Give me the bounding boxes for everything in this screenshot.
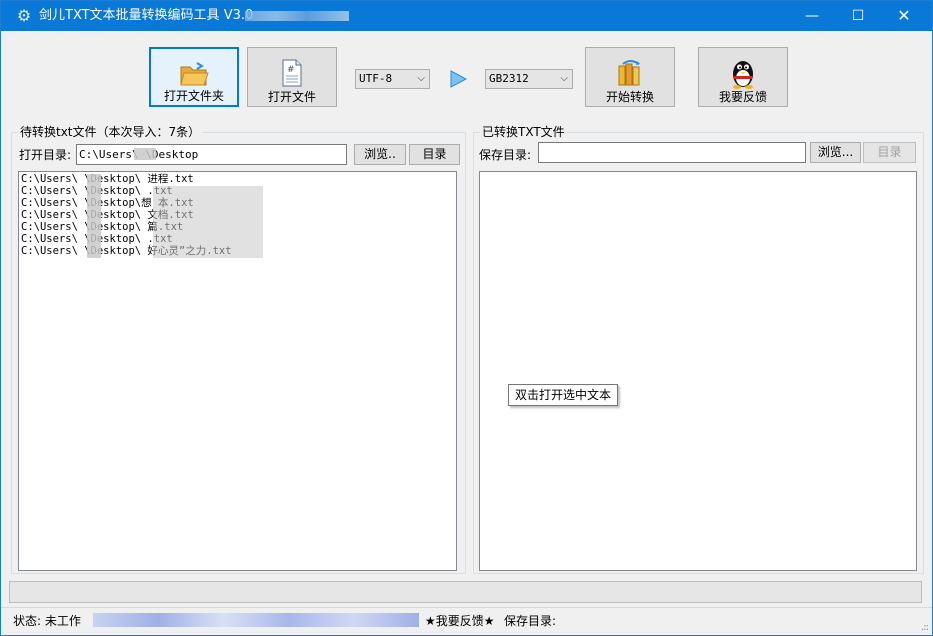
start-convert-button[interactable]: 开始转换 [585,47,675,107]
redacted-username [134,148,156,160]
source-encoding-value: UTF-8 [359,72,393,85]
chevron-down-icon: ⌵ [417,73,425,84]
close-button[interactable]: ✕ [881,1,927,31]
source-encoding-select[interactable]: UTF-8 ⌵ [355,69,430,89]
feedback-button[interactable]: 我要反馈 [698,47,788,107]
play-arrow-icon [450,70,468,88]
qq-penguin-icon [699,58,787,89]
gear-icon: ⚙ [16,6,32,25]
progress-bar [9,581,922,603]
minimize-button[interactable]: — [789,1,835,31]
browse-open-dir-button[interactable]: 浏览.. [354,144,406,165]
open-file-button[interactable]: # 打开文件 [247,47,337,107]
open-file-label: 打开文件 [267,90,316,104]
pending-files-title: 待转换txt文件（本次导入：7条） [18,125,203,139]
pending-files-list[interactable]: C:\Users\ \Desktop\ 进程.txt C:\Users\ \De… [18,171,457,571]
website-link[interactable] [93,613,419,627]
save-dir-input[interactable] [538,142,806,163]
open-dir-label: 打开目录: [19,148,72,162]
target-encoding-select[interactable]: GB2312 ⌵ [485,69,573,89]
redacted-username-column [87,174,101,258]
window-title: 剑儿TXT文本批量转换编码工具 V3.0 [39,8,254,23]
browse-save-dir-button[interactable]: 浏览... [810,142,861,163]
convert-books-icon [586,58,674,88]
title-bar[interactable]: ⚙ 剑儿TXT文本批量转换编码工具 V3.0 — ☐ ✕ [1,1,932,31]
open-folder-button[interactable]: 打开文件夹 [149,47,239,107]
save-dir-label: 保存目录: [479,148,532,162]
converted-files-title: 已转换TXT文件 [480,125,567,139]
target-encoding-value: GB2312 [489,72,529,85]
open-dir-button[interactable]: 目录 [409,144,460,165]
feedback-label: 我要反馈 [718,90,767,104]
document-icon: # [248,58,336,88]
chevron-down-icon: ⌵ [560,73,568,84]
redacted-filenames [153,186,263,258]
resize-grip-icon[interactable]: .:: [921,622,929,633]
start-convert-label: 开始转换 [605,90,654,104]
status-text: 状态: 未工作 [13,614,81,628]
app-window: ⚙ 剑儿TXT文本批量转换编码工具 V3.0 — ☐ ✕ 打开文件夹 # 打开文… [0,0,933,636]
converted-files-list[interactable] [479,171,917,571]
open-folder-label: 打开文件夹 [163,89,224,103]
status-feedback-link[interactable]: ★我要反馈★ [425,613,495,629]
maximize-button[interactable]: ☐ [835,1,881,31]
status-bar: 状态: 未工作 ★我要反馈★ 保存目录: .:: [1,607,932,635]
folder-open-icon [151,59,237,89]
svg-text:#: # [287,65,295,75]
status-save-dir-label: 保存目录: [504,614,557,628]
redacted-title-suffix [245,11,349,21]
list-item[interactable]: C:\Users\ \Desktop\ 进程.txt [19,173,456,185]
list-tooltip: 双击打开选中文本 [508,384,619,406]
open-dir-input[interactable]: C:\Users\ \Desktop [76,144,347,165]
save-dir-button[interactable]: 目录 [863,142,916,163]
